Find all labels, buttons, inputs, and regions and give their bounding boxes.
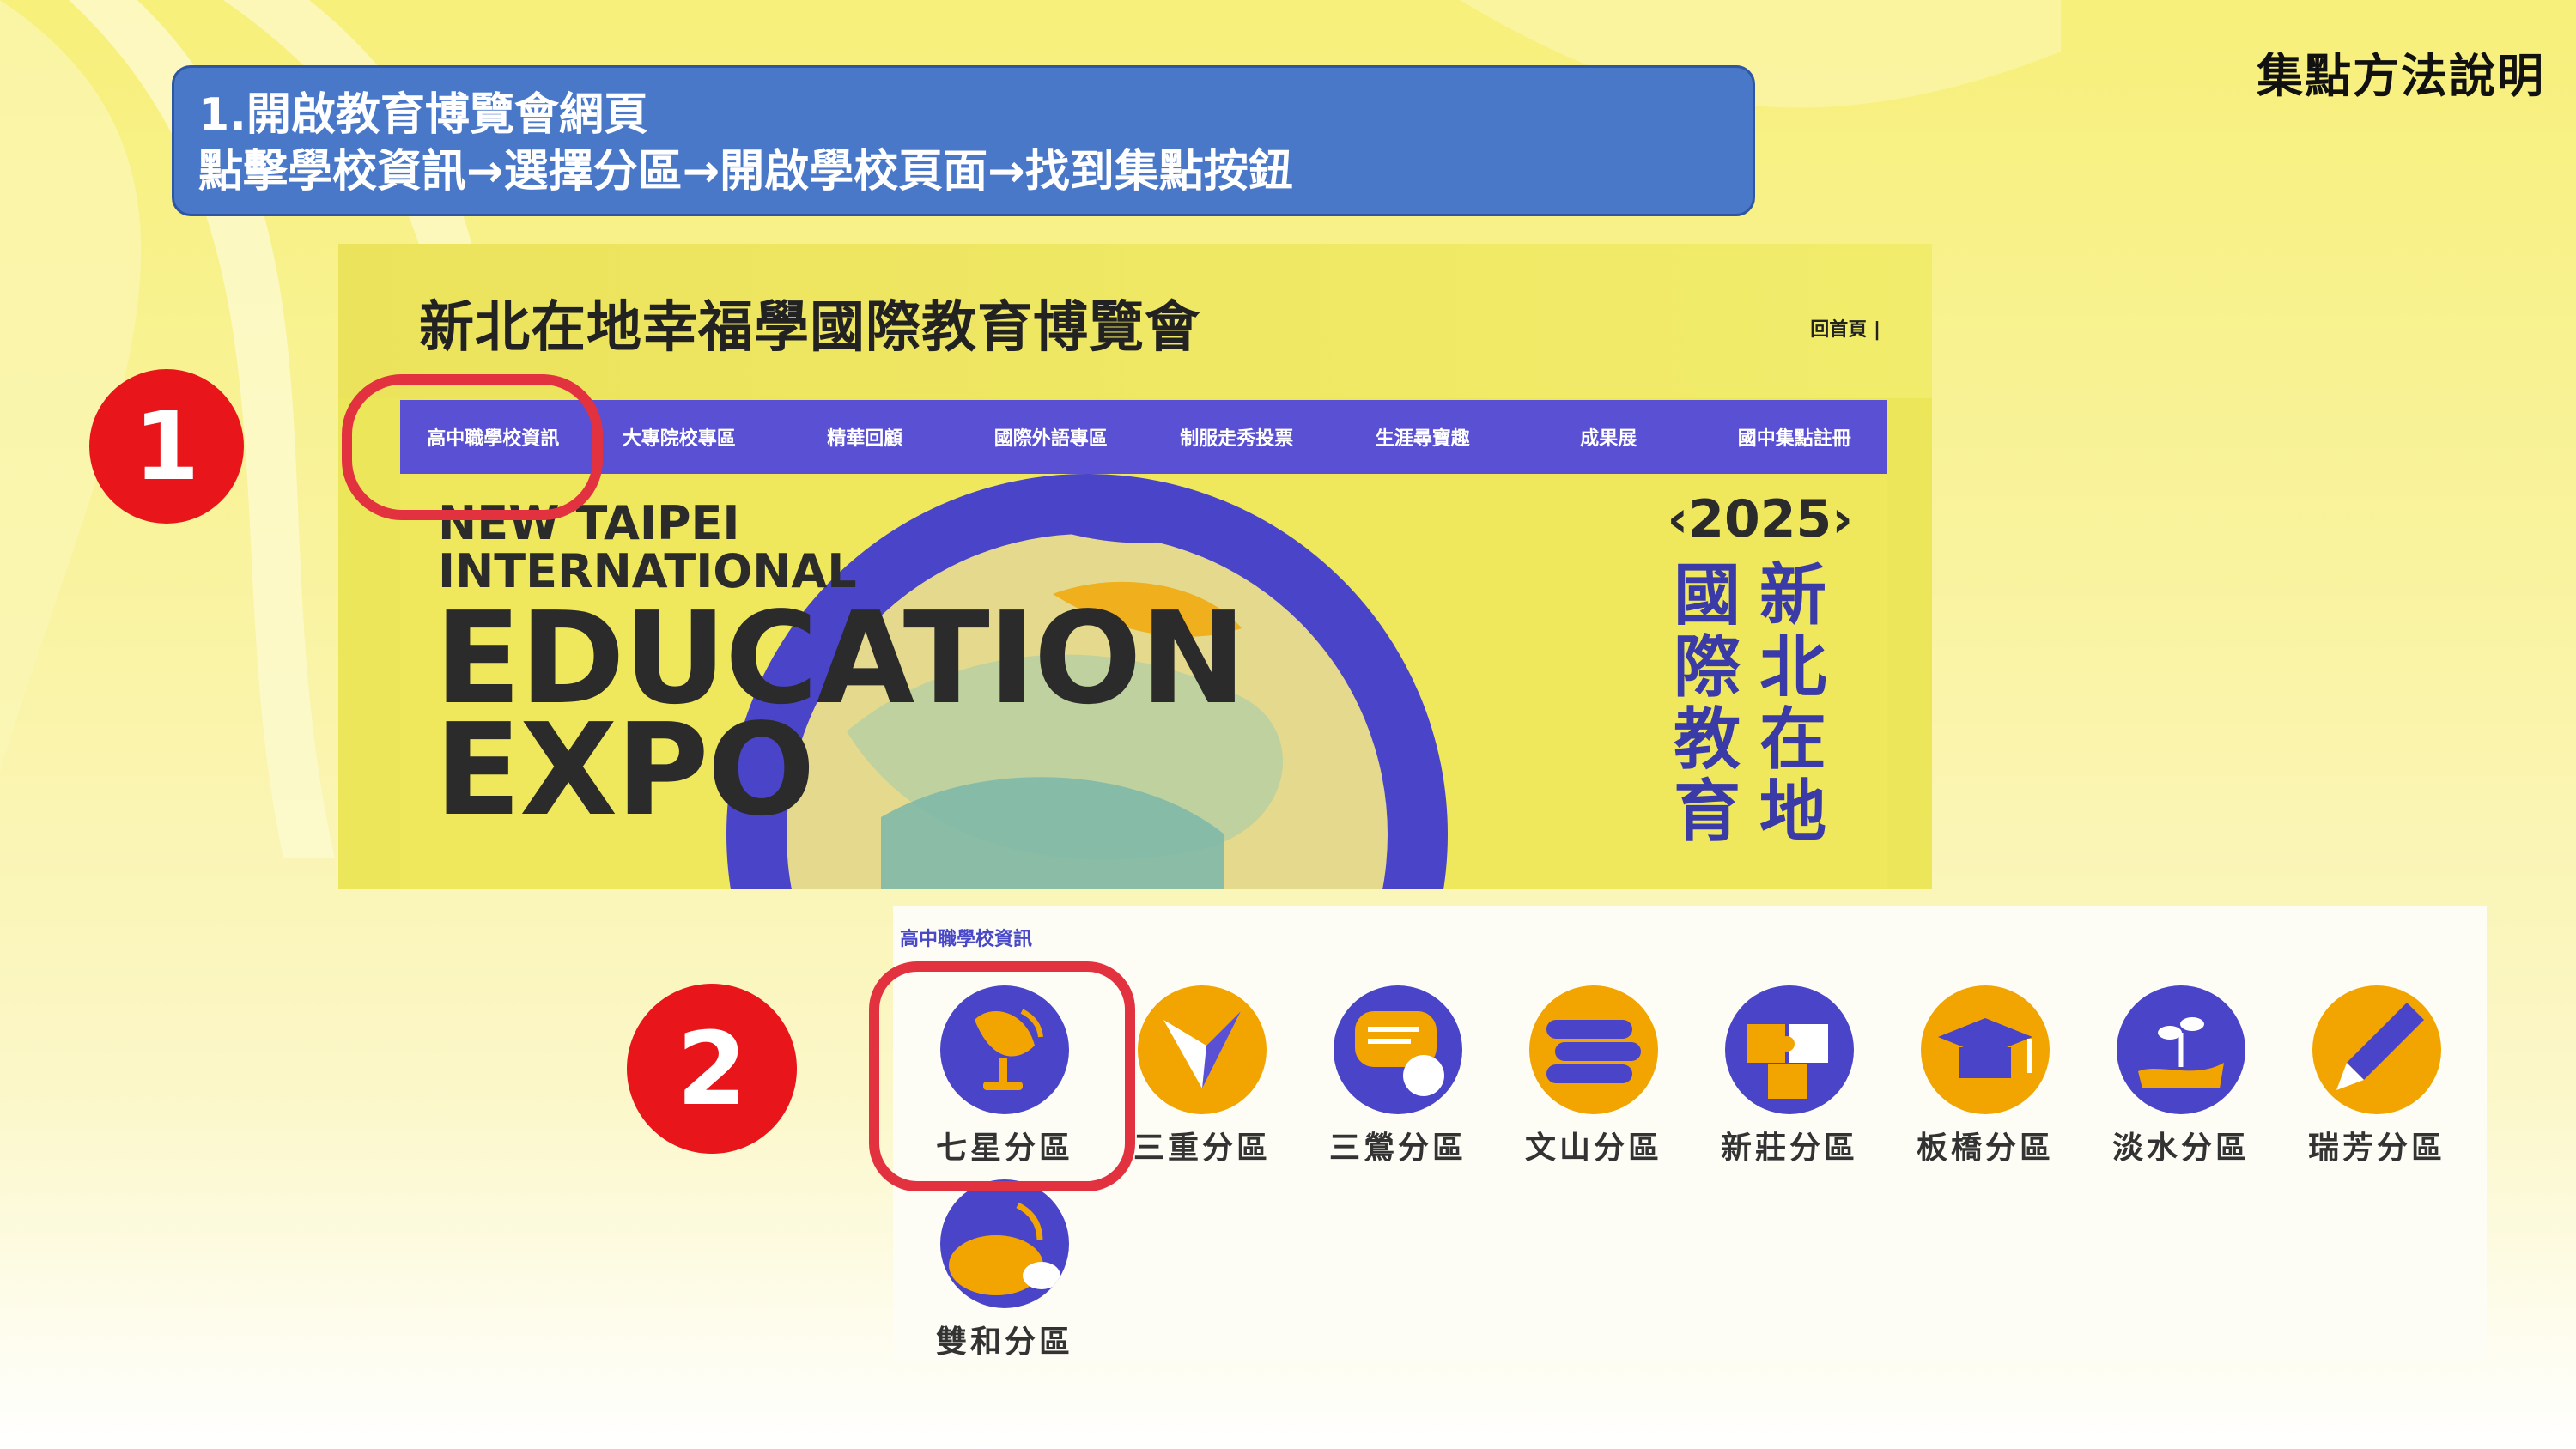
nav-item-stamp-register[interactable]: 國中集點註冊 xyxy=(1702,400,1888,474)
nav-item-university[interactable]: 大專院校專區 xyxy=(586,400,773,474)
hero-vertical-char: 地 xyxy=(1759,773,1826,851)
books-icon xyxy=(1529,985,1658,1114)
sun-cloud-icon xyxy=(940,1179,1069,1308)
district-sanchong[interactable]: 三重分區 xyxy=(1108,985,1297,1167)
nav-item-exhibition[interactable]: 成果展 xyxy=(1516,400,1702,474)
instruction-banner: 1.開啟教育博覽會網頁 點擊學校資訊→選擇分區→開啟學校頁面→找到集點按鈕 xyxy=(172,65,1755,216)
site-nav-bar: 高中職學校資訊 大專院校專區 精華回顧 國際外語專區 制服走秀投票 生涯尋寶趣 … xyxy=(400,400,1887,474)
step-marker-1: 1 xyxy=(89,369,244,524)
district-label: 雙和分區 xyxy=(935,1325,1073,1360)
district-xinzhuang[interactable]: 新莊分區 xyxy=(1695,985,1884,1167)
graduation-cap-icon xyxy=(1921,985,2050,1114)
paper-crane-icon xyxy=(1138,985,1267,1114)
district-sanying[interactable]: 三鶯分區 xyxy=(1303,985,1492,1167)
nav-item-uniform-vote[interactable]: 制服走秀投票 xyxy=(1144,400,1330,474)
hero-vertical-char: 教 xyxy=(1673,701,1741,779)
chat-bubble-icon xyxy=(1334,985,1462,1114)
hero-vertical-char: 新 xyxy=(1759,557,1826,634)
district-label: 淡水分區 xyxy=(2111,1131,2250,1166)
hero-vertical-char: 育 xyxy=(1673,773,1741,851)
nav-item-highlights[interactable]: 精華回顧 xyxy=(772,400,958,474)
puzzle-icon xyxy=(1725,985,1854,1114)
instruction-line-2: 點擊學校資訊→選擇分區→開啟學校頁面→找到集點按鈕 xyxy=(198,146,1293,197)
highlight-ring-district xyxy=(869,961,1135,1191)
district-label: 文山分區 xyxy=(1524,1131,1662,1166)
hero-vertical-char: 際 xyxy=(1673,629,1741,706)
plant-hand-icon xyxy=(2117,985,2245,1114)
fountain-pen-icon xyxy=(2312,985,2441,1114)
district-label: 新莊分區 xyxy=(1720,1131,1858,1166)
hero-banner: NEW TAIPEI INTERNATIONAL EDUCATION EXPO … xyxy=(400,474,1887,889)
expo-website-screenshot: 新北在地幸福學國際教育博覽會 回首頁 | 高中職學校資訊 大專院校專區 精華回顧… xyxy=(338,244,1932,889)
step-marker-2: 2 xyxy=(627,984,797,1154)
district-ruifang[interactable]: 瑞芳分區 xyxy=(2282,985,2471,1167)
instruction-line-1: 1.開啟教育博覽會網頁 xyxy=(198,89,648,141)
hero-vertical-char: 北 xyxy=(1759,629,1826,706)
nav-item-career-hunt[interactable]: 生涯尋寶趣 xyxy=(1330,400,1516,474)
hero-vertical-chinese: 國 新 際 北 教 在 育 地 xyxy=(1664,560,1836,848)
district-tamsui[interactable]: 淡水分區 xyxy=(2087,985,2275,1167)
district-label: 瑞芳分區 xyxy=(2307,1131,2445,1166)
hero-vertical-char: 在 xyxy=(1759,701,1826,779)
district-label: 三鶯分區 xyxy=(1328,1131,1467,1166)
hero-year: ‹2025› xyxy=(1667,489,1853,549)
district-shuanghe[interactable]: 雙和分區 xyxy=(910,1179,1099,1361)
site-title: 新北在地幸福學國際教育博覽會 xyxy=(419,296,1200,360)
hero-text-education-expo: EDUCATION EXPO xyxy=(434,595,1246,834)
nav-item-foreign-language[interactable]: 國際外語專區 xyxy=(958,400,1145,474)
page-corner-title: 集點方法說明 xyxy=(2257,49,2545,103)
site-header: 新北在地幸福學國際教育博覽會 回首頁 | xyxy=(338,244,1932,398)
district-label: 三重分區 xyxy=(1133,1131,1271,1166)
district-wenshan[interactable]: 文山分區 xyxy=(1499,985,1688,1167)
highlight-ring-nav xyxy=(342,374,603,520)
hero-vertical-char: 國 xyxy=(1673,557,1741,634)
district-heading: 高中職學校資訊 xyxy=(900,929,1033,950)
district-banqiao[interactable]: 板橋分區 xyxy=(1891,985,2080,1167)
district-label: 板橋分區 xyxy=(1916,1131,2054,1166)
home-link[interactable]: 回首頁 | xyxy=(1810,314,1880,342)
